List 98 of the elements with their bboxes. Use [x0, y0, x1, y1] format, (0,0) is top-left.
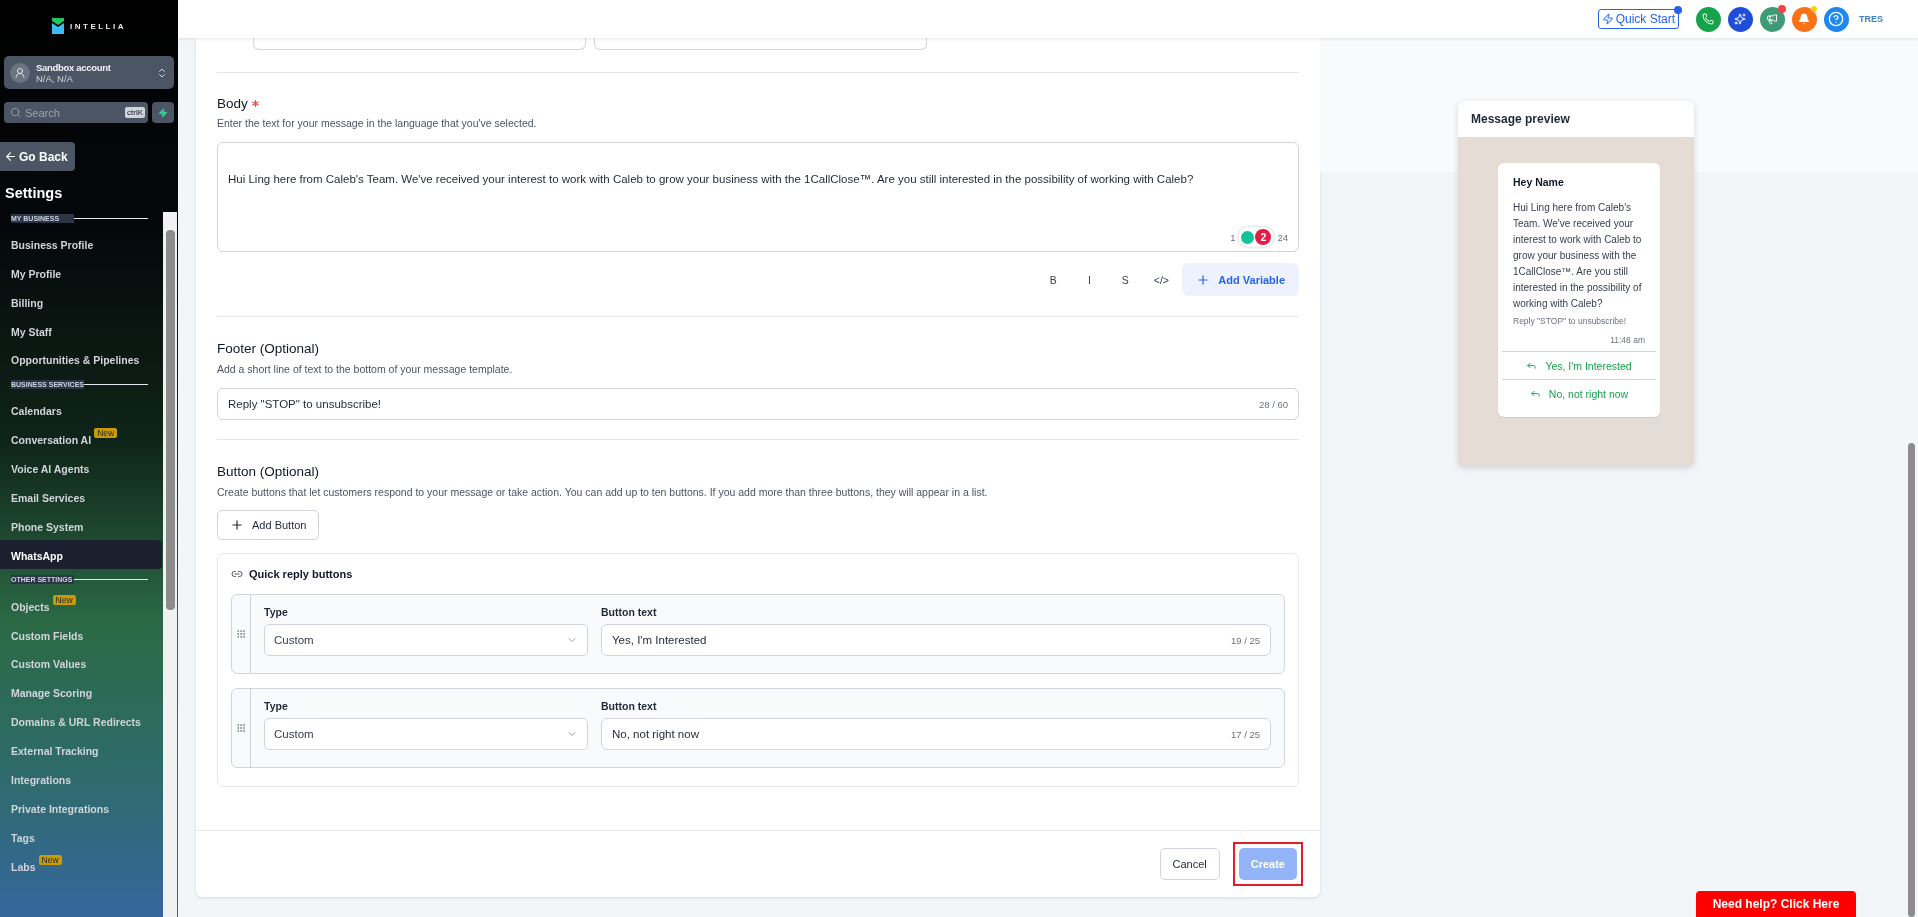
bolt-icon — [158, 107, 168, 118]
nav-item[interactable]: Domains & URL Redirects — [0, 706, 162, 736]
type-select[interactable]: Custom — [264, 624, 588, 656]
user-name[interactable]: TRES — [1859, 14, 1883, 24]
format-button[interactable]: S — [1110, 264, 1141, 295]
footer-hint: Add a short line of text to the bottom of your message template. — [217, 363, 514, 375]
account-location: N/A, N/A — [36, 72, 74, 84]
message-body: Hui Ling here from Caleb's Team. We've received your interest to work with Caleb to grow your business with the 1CallClose™. Are you still interested in the possibility of working with Caleb? — [1512, 201, 1643, 311]
footer-field[interactable]: Reply "STOP" to unsubscribe! 28 / 60 — [217, 388, 1299, 420]
account-name: Sandbox account — [36, 61, 112, 73]
message-footer: Reply "STOP" to unsubscribe! — [1498, 316, 1660, 326]
reply-icon — [1526, 360, 1538, 371]
button-section-label: Button (Optional) — [217, 464, 320, 479]
format-button[interactable]: I — [1074, 264, 1105, 295]
format-button[interactable]: </> — [1146, 264, 1177, 295]
nav-item[interactable]: Custom Values — [0, 648, 162, 678]
search-icon — [10, 107, 21, 118]
logo-icon — [52, 18, 64, 34]
notifications-button[interactable] — [1792, 6, 1817, 32]
drag-handle-icon[interactable] — [236, 723, 246, 733]
scrollbar-thumb[interactable] — [166, 230, 175, 610]
nav-item[interactable]: External Tracking — [0, 735, 162, 765]
notification-dot — [1778, 4, 1786, 13]
character-counter: 28 / 60 — [1258, 398, 1288, 410]
grammar-widget[interactable]: 2 — [1238, 227, 1275, 247]
nav-item[interactable]: Opportunities & Pipelines — [0, 344, 162, 374]
message-header: Hey Name — [1512, 176, 1565, 188]
button-text-field[interactable]: No, not right now 17 / 25 — [601, 718, 1271, 750]
nav-item[interactable]: My Profile — [0, 257, 162, 287]
plus-icon — [230, 518, 244, 532]
megaphone-icon — [1766, 13, 1779, 25]
help-button[interactable]: Need help? Click Here — [1696, 891, 1856, 917]
phone-icon[interactable] — [1696, 6, 1721, 32]
nav-item[interactable]: Conversation AI New — [0, 424, 162, 454]
bolt-button[interactable] — [152, 102, 174, 123]
notification-dot — [1674, 6, 1682, 14]
nav-item[interactable]: Phone System — [0, 511, 162, 540]
quick-start-button[interactable]: Quick Start — [1597, 9, 1679, 29]
add-button[interactable]: Add Button — [217, 510, 320, 540]
brand-name: INTELLIA — [70, 21, 126, 31]
account-switcher[interactable]: Sandbox account N/A, N/A — [4, 56, 174, 89]
character-counter: 24 — [1277, 231, 1288, 243]
add-variable-button[interactable]: Add Variable — [1182, 263, 1299, 296]
button-text-field[interactable]: Yes, I'm Interested 19 / 25 — [601, 624, 1271, 656]
announcements-button[interactable] — [1760, 6, 1785, 32]
nav-item[interactable]: Business Profile — [0, 229, 162, 258]
body-label: Body — [217, 96, 248, 111]
nav-item[interactable]: Custom Fields — [0, 619, 162, 649]
scrollbar-thumb[interactable] — [1908, 443, 1915, 917]
nav-item[interactable]: Billing — [0, 286, 162, 316]
button-text-label: Button text — [601, 606, 658, 618]
plus-icon — [1196, 272, 1211, 287]
button-text-label: Button text — [601, 700, 658, 712]
search-field[interactable]: Search ctrlK — [4, 102, 148, 123]
shortcut-key: ctrlK — [125, 107, 145, 118]
link-icon — [231, 568, 243, 580]
nav-item[interactable]: Tags — [0, 821, 162, 851]
nav-item[interactable]: Integrations — [0, 764, 162, 794]
character-counter: 17 / 25 — [1230, 728, 1260, 740]
back-button[interactable]: Go Back — [0, 142, 75, 171]
format-button[interactable]: B — [1038, 264, 1069, 295]
type-select[interactable]: Custom — [264, 718, 588, 750]
body-hint: Enter the text for your message in the language that you've selected. — [217, 117, 538, 129]
cancel-button[interactable]: Cancel — [1159, 848, 1220, 880]
new-badge: New — [52, 594, 76, 605]
character-counter: 19 / 25 — [1230, 634, 1260, 646]
nav-item[interactable]: Calendars — [0, 395, 162, 425]
body-text: Hui Ling here from Caleb's Team. We've received your interest to work with Caleb to grow your business with the 1CallClose™. Are you still interested in the possibility of working with Caleb? — [228, 172, 1195, 187]
chevron-icon — [156, 66, 168, 79]
character-counter: 1 — [1230, 231, 1236, 243]
new-badge: New — [94, 428, 118, 439]
user-icon — [10, 62, 30, 83]
nav-item[interactable]: WhatsApp — [0, 539, 162, 569]
bell-icon — [1798, 13, 1811, 25]
nav-item[interactable]: Voice AI Agents — [0, 453, 162, 483]
message-time: 11:48 am — [1609, 335, 1646, 345]
sparkle-icon[interactable] — [1728, 6, 1753, 32]
body-text-field[interactable]: Hui Ling here from Caleb's Team. We've received your interest to work with Caleb to grow your business with the 1CallClose™. Are you still interested in the possibility of working with Caleb? 1 2 24 — [217, 142, 1299, 252]
nav-item[interactable]: Private Integrations — [0, 793, 162, 822]
settings-title: Settings — [5, 185, 64, 201]
new-badge: New — [38, 854, 62, 865]
arrow-left-icon — [4, 150, 17, 163]
footer-label: Footer (Optional) — [217, 341, 320, 356]
help-icon[interactable] — [1824, 6, 1849, 32]
bolt-icon — [1601, 13, 1614, 25]
notification-dot — [1811, 5, 1817, 12]
quick-reply-title: Quick reply buttons — [249, 568, 353, 580]
reply-icon — [1529, 388, 1541, 399]
nav-item[interactable]: Manage Scoring — [0, 677, 162, 707]
drag-handle-icon[interactable] — [236, 629, 246, 639]
button-section-hint: Create buttons that let customers respond to your message or take action. You can add up to ten buttons. If you add more than three buttons, they will appear in a list. — [217, 486, 989, 498]
nav-item[interactable]: Objects New — [0, 590, 162, 620]
nav-item[interactable]: My Staff — [0, 315, 162, 345]
nav-item[interactable]: Labs New — [0, 850, 162, 880]
nav-item[interactable]: Email Services — [0, 482, 162, 511]
preview-title: Message preview — [1471, 112, 1570, 126]
type-label: Type — [264, 700, 289, 712]
type-label: Type — [264, 606, 289, 618]
